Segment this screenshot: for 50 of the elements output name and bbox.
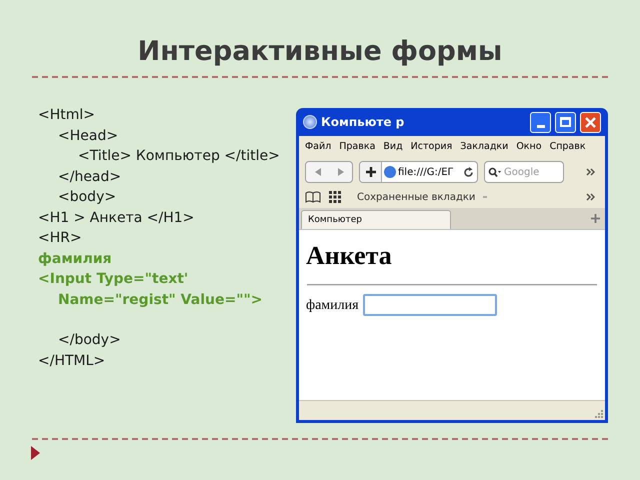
- code-line: <Title> Компьютер </title>: [78, 147, 280, 166]
- browser-tab[interactable]: Компьютер: [301, 210, 451, 229]
- code-line: <Input Type="text': [38, 270, 188, 289]
- address-text: file:///G:/EГ: [398, 166, 455, 180]
- forward-icon[interactable]: [336, 167, 346, 177]
- chevron-icon[interactable]: [586, 193, 595, 201]
- chevron-icon[interactable]: [586, 168, 595, 176]
- back-forward-buttons[interactable]: [305, 161, 353, 183]
- code-line: фамилия: [38, 250, 112, 268]
- browser-logo-icon: [303, 115, 317, 129]
- menu-item[interactable]: Файл: [305, 140, 332, 154]
- grid-icon[interactable]: [329, 191, 341, 203]
- separator-icon: [483, 196, 488, 198]
- plus-icon[interactable]: [366, 167, 376, 177]
- menu-item[interactable]: Правка: [339, 140, 376, 154]
- code-line: <HR>: [38, 229, 82, 248]
- code-line: <Html>: [38, 106, 96, 125]
- menu-item[interactable]: Вид: [383, 140, 403, 154]
- reload-icon[interactable]: [463, 166, 474, 178]
- code-line: <Head>: [58, 126, 118, 146]
- window-title: Компьюте р: [321, 114, 406, 131]
- triangle-icon: [31, 446, 40, 460]
- code-line: <body>: [58, 188, 116, 207]
- resize-grip-icon[interactable]: [595, 410, 603, 418]
- field-label: фамилия: [306, 296, 359, 314]
- close-icon[interactable]: [585, 116, 596, 128]
- bookmark-add-button[interactable]: [360, 162, 382, 182]
- menu-item[interactable]: Закладки: [460, 140, 508, 154]
- code-line: <H1 > Анкета </H1>: [38, 208, 194, 228]
- slide-title: Интерактивные формы: [136, 35, 504, 69]
- code-line: Name="regist" Value="">: [58, 290, 263, 310]
- code-line: </head>: [58, 168, 122, 186]
- text-input[interactable]: [362, 294, 497, 316]
- globe-icon: [384, 166, 396, 178]
- bookmarks-label[interactable]: Сохраненные вкладки: [357, 190, 476, 204]
- new-tab-icon[interactable]: [591, 214, 600, 223]
- search-placeholder: Google: [504, 166, 540, 180]
- back-icon[interactable]: [312, 167, 322, 177]
- menu-item[interactable]: Окно: [516, 140, 542, 154]
- page-heading: Анкета: [306, 240, 393, 272]
- code-line: </body>: [58, 331, 121, 350]
- close-button[interactable]: [580, 112, 601, 132]
- menu-item[interactable]: История: [410, 140, 452, 154]
- minimize-button[interactable]: [530, 112, 551, 132]
- search-icon: [488, 166, 502, 178]
- maximize-button[interactable]: [555, 112, 576, 132]
- code-line: </HTML>: [38, 352, 106, 370]
- address-field[interactable]: file:///G:/EГ: [359, 161, 478, 183]
- menu-item[interactable]: Справк: [550, 140, 586, 154]
- book-icon[interactable]: [305, 191, 321, 203]
